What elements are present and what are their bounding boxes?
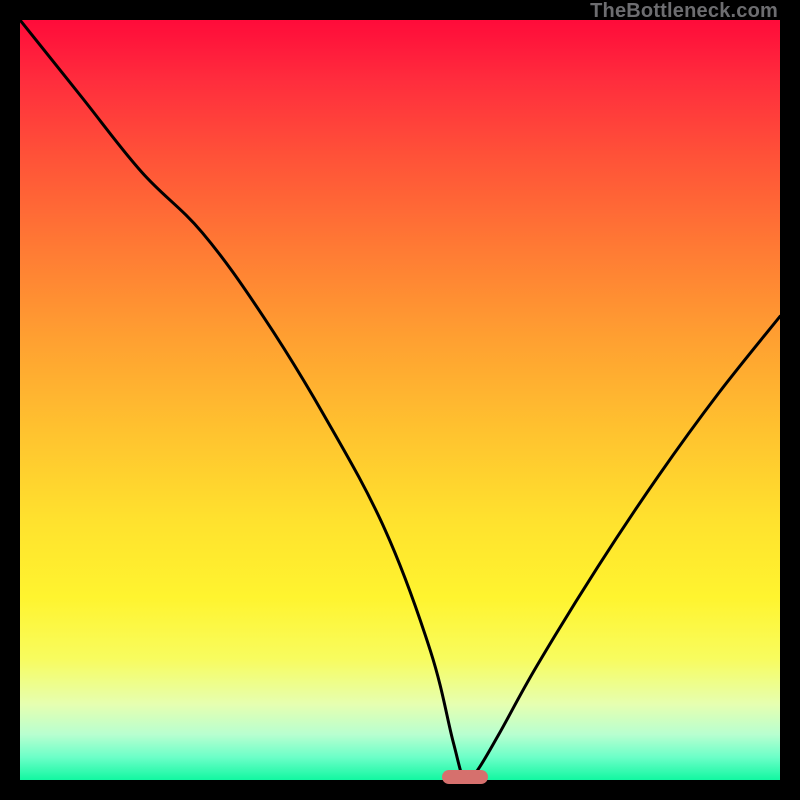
chart-frame: TheBottleneck.com	[0, 0, 800, 800]
bottleneck-curve	[20, 20, 780, 780]
plot-area	[20, 20, 780, 780]
minimum-marker	[442, 770, 488, 784]
